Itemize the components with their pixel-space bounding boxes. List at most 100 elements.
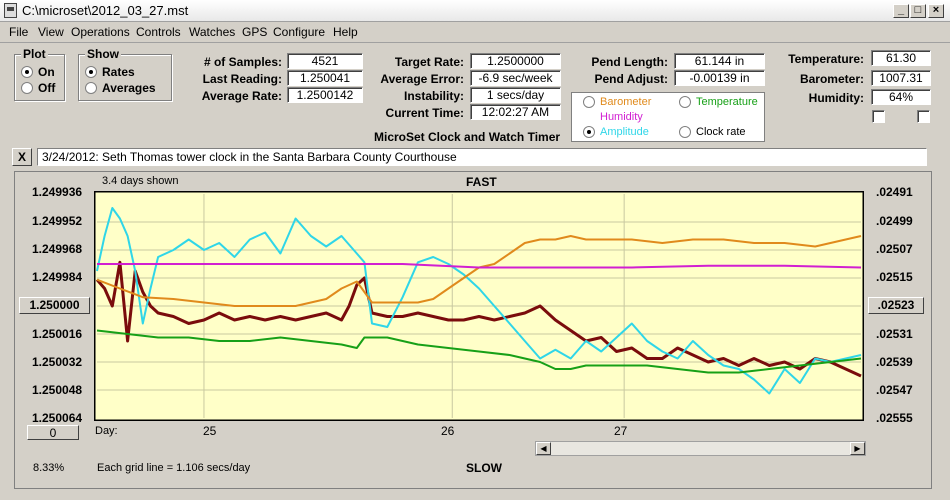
samples-field: 4521 xyxy=(287,53,363,69)
grid-info-label: Each grid line = 1.106 secs/day xyxy=(97,462,251,474)
left-tick-label: 1.250064 xyxy=(32,411,83,425)
show-group-title: Show xyxy=(85,47,121,61)
choice-humidity[interactable]: Humidity xyxy=(583,111,643,123)
menu-gps[interactable]: GPS xyxy=(242,25,267,39)
menu-file[interactable]: File xyxy=(9,25,28,39)
current-time-label: Current Time: xyxy=(385,106,464,120)
temperature-field: 61.30 xyxy=(871,50,931,66)
menu-separator xyxy=(0,42,950,43)
left-tick-label: 1.249984 xyxy=(32,270,83,284)
temperature-label: Temperature: xyxy=(788,52,864,66)
instability-label: Instability: xyxy=(403,89,464,103)
barometer-label: Barometer: xyxy=(799,72,864,86)
humidity-field: 64% xyxy=(871,89,931,105)
right-tick-label: .02547 xyxy=(876,383,913,397)
barometer-checkbox[interactable] xyxy=(917,110,930,123)
fast-label: FAST xyxy=(466,175,497,189)
radio-off-icon xyxy=(21,82,33,94)
plot-choice-box: Barometer Temperature Humidity Amplitude… xyxy=(571,92,765,142)
right-tick-label: .02491 xyxy=(876,185,913,199)
last-reading-field: 1.250041 xyxy=(287,70,363,86)
menu-watches[interactable]: Watches xyxy=(189,25,235,39)
choice-amplitude[interactable]: Amplitude xyxy=(583,126,649,138)
rate-chart xyxy=(94,191,864,421)
right-tick-label: .02515 xyxy=(876,270,913,284)
app-subtitle: MicroSet Clock and Watch Timer xyxy=(374,130,561,144)
menu-operations[interactable]: Operations xyxy=(71,25,130,39)
radio-on-icon xyxy=(583,126,595,138)
left-tick-label: 1.249952 xyxy=(32,214,83,228)
plot-off-radio[interactable]: Off xyxy=(21,81,55,95)
maximize-button[interactable]: □ xyxy=(910,4,926,18)
plot-group-title: Plot xyxy=(21,47,48,61)
percent-label: 8.33% xyxy=(33,462,65,474)
right-tick-label: .02555 xyxy=(876,411,913,425)
samples-label: # of Samples: xyxy=(203,55,282,69)
show-averages-radio[interactable]: Averages xyxy=(85,81,156,95)
average-rate-field: 1.2500142 xyxy=(287,87,363,103)
choice-temperature[interactable]: Temperature xyxy=(679,96,758,108)
right-tick-label: .02531 xyxy=(876,327,913,341)
choice-barometer[interactable]: Barometer xyxy=(583,96,651,108)
left-tick-label: 1.249936 xyxy=(32,185,83,199)
center-rate-button[interactable]: 1.250000 xyxy=(19,297,90,314)
left-tick-label: 1.250032 xyxy=(32,355,83,369)
target-rate-label: Target Rate: xyxy=(394,55,464,69)
pend-length-field[interactable]: 61.144 in xyxy=(674,53,765,69)
pend-adjust-label: Pend Adjust: xyxy=(594,72,668,86)
pend-length-label: Pend Length: xyxy=(591,55,668,69)
radio-on-icon xyxy=(85,66,97,78)
zero-button[interactable]: 0 xyxy=(27,425,79,440)
show-group: Show Rates Averages xyxy=(78,47,172,101)
note-field[interactable]: 3/24/2012: Seth Thomas tower clock in th… xyxy=(37,148,927,166)
radio-on-icon xyxy=(21,66,33,78)
left-tick-label: 1.250048 xyxy=(32,383,83,397)
app-window: C:\microset\2012_03_27.mst _ □ × File Vi… xyxy=(0,0,950,500)
show-rates-radio[interactable]: Rates xyxy=(85,65,135,79)
instability-field: 1 secs/day xyxy=(470,87,561,103)
radio-off-icon xyxy=(679,96,691,108)
scroll-right-arrow-icon[interactable]: ▶ xyxy=(850,442,865,455)
title-bar[interactable]: C:\microset\2012_03_27.mst _ □ × xyxy=(0,0,950,22)
app-icon xyxy=(4,3,17,18)
menu-controls[interactable]: Controls xyxy=(136,25,181,39)
day-tick-label: 27 xyxy=(614,424,628,438)
right-tick-label: .02499 xyxy=(876,214,913,228)
minimize-button[interactable]: _ xyxy=(893,4,909,18)
menu-view[interactable]: View xyxy=(38,25,64,39)
radio-off-icon xyxy=(583,96,595,108)
pend-adjust-field: -0.00139 in xyxy=(674,70,765,86)
day-axis-label: Day: xyxy=(95,425,118,437)
average-error-field: -6.9 sec/week xyxy=(470,70,561,86)
day-tick-label: 26 xyxy=(441,424,455,438)
time-scrollbar[interactable]: ◀ ▶ xyxy=(535,441,866,456)
average-rate-label: Average Rate: xyxy=(201,89,282,103)
humidity-checkbox[interactable] xyxy=(872,110,885,123)
slow-label: SLOW xyxy=(466,461,502,475)
right-center-button[interactable]: .02523 xyxy=(868,297,924,314)
radio-off-icon xyxy=(679,126,691,138)
left-tick-label: 1.250016 xyxy=(32,327,83,341)
plot-on-radio[interactable]: On xyxy=(21,65,55,79)
close-button[interactable]: × xyxy=(928,4,944,18)
plot-group: Plot On Off xyxy=(14,47,65,101)
day-tick-label: 25 xyxy=(203,424,217,438)
humidity-label: Humidity: xyxy=(808,91,864,105)
menu-help[interactable]: Help xyxy=(333,25,358,39)
average-error-label: Average Error: xyxy=(380,72,464,86)
scroll-left-arrow-icon[interactable]: ◀ xyxy=(536,442,551,455)
radio-off-icon xyxy=(85,82,97,94)
menu-bar: File View Operations Controls Watches GP… xyxy=(0,23,950,42)
right-tick-label: .02539 xyxy=(876,355,913,369)
choice-clock-rate[interactable]: Clock rate xyxy=(679,126,746,138)
current-time-field: 12:02:27 AM xyxy=(470,104,561,120)
menu-configure[interactable]: Configure xyxy=(273,25,325,39)
target-rate-field[interactable]: 1.2500000 xyxy=(470,53,561,69)
right-tick-label: .02507 xyxy=(876,242,913,256)
window-title: C:\microset\2012_03_27.mst xyxy=(22,3,189,18)
last-reading-label: Last Reading: xyxy=(202,72,282,86)
days-shown-label: 3.4 days shown xyxy=(102,175,179,187)
barometer-field: 1007.31 xyxy=(871,70,931,86)
left-tick-label: 1.249968 xyxy=(32,242,83,256)
clear-note-button[interactable]: X xyxy=(12,148,32,166)
